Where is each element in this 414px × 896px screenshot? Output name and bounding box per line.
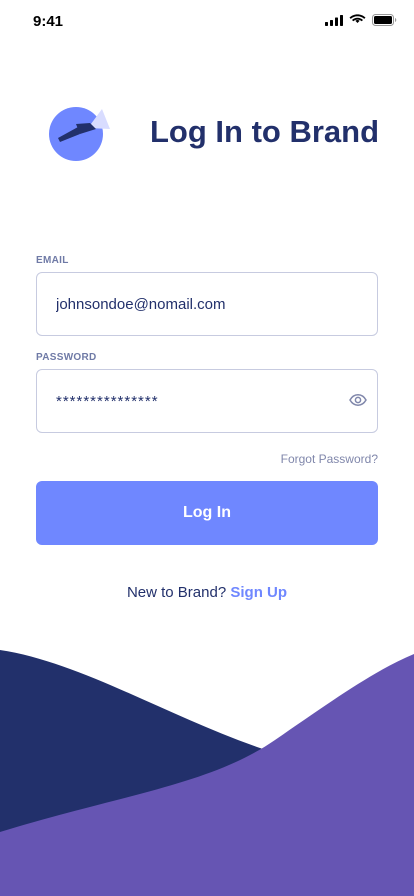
wifi-icon xyxy=(349,14,366,23)
password-label: PASSWORD xyxy=(36,352,97,363)
password-field[interactable] xyxy=(56,370,336,432)
login-button[interactable]: Log In xyxy=(36,481,378,545)
signup-prompt: New to Brand? xyxy=(126,584,227,601)
flashlight-icon xyxy=(49,107,110,161)
forgot-password-link[interactable]: Forgot Password? xyxy=(281,452,378,466)
eye-icon[interactable] xyxy=(349,392,367,408)
status-time: 9:41 xyxy=(33,13,64,30)
status-bar: 9:41 xyxy=(0,0,414,44)
status-icons xyxy=(325,14,397,26)
email-label: EMAIL xyxy=(36,255,69,266)
signup-row: New to Brand? Sign Up xyxy=(0,584,414,601)
decorative-waves xyxy=(0,650,414,896)
page-title: Log In to Brand xyxy=(150,114,380,149)
battery-icon xyxy=(372,14,397,26)
email-field[interactable] xyxy=(56,273,336,335)
email-field-box[interactable] xyxy=(36,272,378,336)
signal-icon xyxy=(325,14,343,26)
password-field-box[interactable] xyxy=(36,369,378,433)
signup-link[interactable]: Sign Up xyxy=(230,584,287,601)
